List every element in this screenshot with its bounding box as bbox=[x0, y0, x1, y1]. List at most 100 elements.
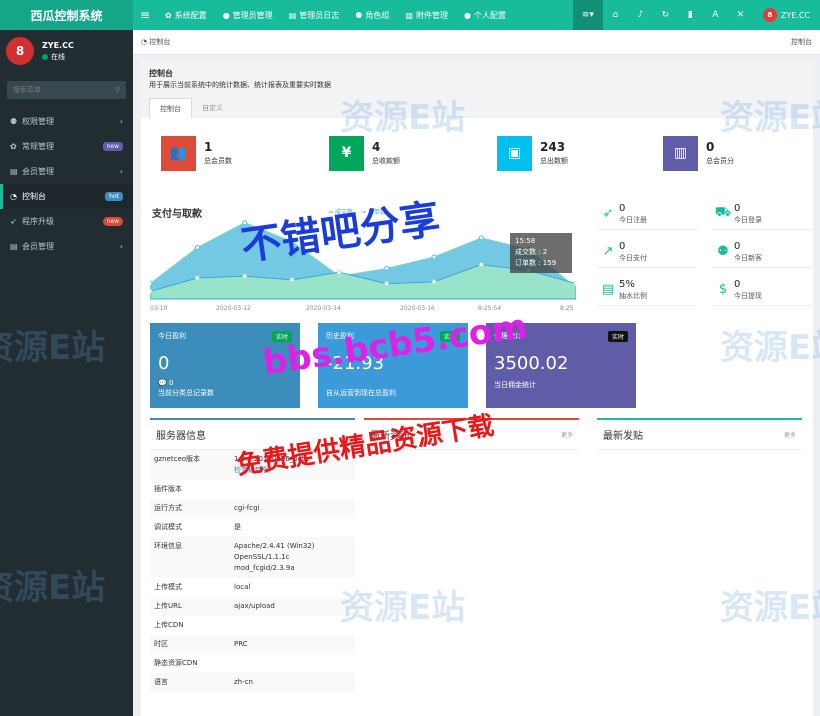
table-row: 环境信息 Apache/2.4.41 (Win32) OpenSSL/1.1.1c… bbox=[150, 537, 355, 578]
stat-total-income: ¥ 4 总收款额 bbox=[329, 133, 479, 173]
cart-icon: ⛟ bbox=[714, 205, 732, 220]
translate-icon[interactable]: A bbox=[703, 0, 728, 30]
gear-icon: ✿ bbox=[165, 10, 172, 20]
new-badge: new bbox=[102, 217, 123, 226]
hot-badge: hot bbox=[105, 192, 123, 201]
avatar: 8 bbox=[762, 8, 777, 22]
top-nav-profile[interactable]: ● 个人配置 bbox=[456, 0, 514, 30]
more-link[interactable]: 更多 bbox=[561, 430, 573, 439]
search-icon[interactable]: ⚲ bbox=[115, 86, 120, 94]
realtime-badge: 实时 bbox=[607, 331, 628, 342]
stat-today-pay: ↗ 0 今日支付 bbox=[597, 236, 697, 268]
user-icon: ● bbox=[222, 10, 230, 20]
data-point[interactable] bbox=[478, 235, 484, 241]
bell-icon[interactable]: ♪ bbox=[628, 0, 653, 30]
trash-icon[interactable]: ▮ bbox=[678, 0, 703, 30]
data-point[interactable] bbox=[431, 254, 437, 260]
chevron-left-icon: ‹ bbox=[119, 242, 123, 251]
latest-news-card: 最新资讯 更多 bbox=[364, 418, 579, 454]
rocket-icon: ➶ bbox=[602, 206, 614, 221]
top-nav-role-group[interactable]: ⚉ 角色组 bbox=[347, 0, 397, 30]
data-point[interactable] bbox=[194, 244, 200, 250]
stat-today-new: ⚉ 0 今日新客 bbox=[712, 236, 812, 268]
legend-item[interactable]: ⊸ 订单数 bbox=[361, 207, 386, 216]
stat-today-withdraw: $0 今日提现 bbox=[712, 274, 812, 306]
user-status: 在线 bbox=[42, 52, 74, 62]
table-row: 上传URL ajax/upload bbox=[150, 597, 355, 616]
breadcrumb: ◔ 控制台 控制台 bbox=[133, 30, 820, 55]
data-point[interactable] bbox=[336, 269, 342, 275]
check-update-link[interactable]: 检查最新版 bbox=[234, 466, 269, 474]
stat-today-login: ⛟ 0 今日登录 bbox=[712, 198, 812, 230]
card-title: 最新发贴 bbox=[603, 431, 643, 442]
table-row: 语言 zh-cn bbox=[150, 673, 355, 692]
stat-today-register: ➶ 0 今日注册 bbox=[597, 198, 697, 230]
table-row: 静态资源CDN bbox=[154, 659, 198, 667]
top-user-menu[interactable]: 8 ZYE.CC bbox=[753, 8, 820, 22]
card-title: 最新资讯 bbox=[370, 431, 410, 442]
data-point[interactable] bbox=[289, 277, 295, 283]
chart-tooltip: 15:58 成交数 : 2 订单数 : 159 bbox=[510, 233, 572, 273]
data-point[interactable] bbox=[289, 239, 295, 245]
payment-chart: 支付与取款 ⊸ 成交数 ⊸ 订单数 15:58 成交数 : 2 订单数 : 15… bbox=[150, 203, 576, 315]
data-point[interactable] bbox=[431, 279, 437, 285]
chevron-left-icon: ‹ bbox=[119, 117, 123, 126]
data-point[interactable] bbox=[150, 288, 153, 294]
realtime-badge: 实时 bbox=[439, 331, 460, 342]
avatar: 8 bbox=[6, 37, 34, 65]
table-icon: ▤ bbox=[601, 282, 615, 297]
sidebar-item-member[interactable]: ▤ 会员管理 ‹ bbox=[0, 159, 133, 184]
more-link[interactable]: 更多 bbox=[784, 430, 796, 439]
new-badge: new bbox=[102, 142, 123, 151]
chevron-left-icon: ‹ bbox=[119, 167, 123, 176]
panel-history-profit: 历史盈利 实时 -21.93 自从运营到现在总盈利 bbox=[318, 323, 468, 408]
server-info-table: gznetceo版本 1.0.0.20180906_beta 检查最新版 插件版本 … bbox=[150, 450, 355, 692]
page-tabs: 控制台 自定义 bbox=[149, 98, 233, 119]
sidebar-search-input[interactable]: 搜索菜单 ⚲ bbox=[7, 81, 126, 99]
sidebar: 8 ZYE.CC 在线 搜索菜单 ⚲ ⚉ 权限管理 ‹ ✿ 常规管理 new ▤ 会员管理… bbox=[0, 30, 133, 716]
file-icon: ▧ bbox=[405, 10, 413, 20]
online-dot-icon bbox=[42, 53, 48, 60]
data-point[interactable] bbox=[242, 273, 248, 279]
data-point[interactable] bbox=[384, 281, 390, 287]
dropdown-menu-icon[interactable]: ≡▾ bbox=[572, 0, 603, 30]
group-icon: ⚉ bbox=[355, 10, 363, 20]
dollar-icon: $ bbox=[718, 282, 728, 297]
chart-icon: ↗ bbox=[602, 244, 614, 259]
panel-agent-stats: 代理统计 实时 3500.02 当日佣金统计 bbox=[486, 323, 636, 408]
sidebar-item-member-2[interactable]: ▤ 会员管理 ‹ bbox=[0, 234, 133, 259]
chart-legend: ⊸ 成交数 ⊸ 订单数 bbox=[328, 207, 386, 216]
x-tick-label: 2020-03-12 bbox=[216, 305, 251, 312]
home-icon[interactable]: ⌂ bbox=[603, 0, 628, 30]
top-nav: ✿ 系统配置 ● 管理员管理 ▤ 管理员日志 ⚉ 角色组 ▧ 附件管理 ● 个人配置 bbox=[157, 0, 514, 30]
user-icon: ● bbox=[463, 10, 471, 20]
legend-item[interactable]: ⊸ 成交数 bbox=[328, 207, 353, 216]
top-nav-admin-manage[interactable]: ● 管理员管理 bbox=[215, 0, 281, 30]
sidebar-item-dashboard[interactable]: ◔ 控制台 hot bbox=[0, 184, 133, 209]
tab-custom[interactable]: 自定义 bbox=[192, 98, 233, 119]
top-nav-admin-log[interactable]: ▤ 管理员日志 bbox=[281, 0, 348, 30]
menu-toggle-icon[interactable]: ≡ bbox=[133, 8, 157, 22]
latest-posts-card: 最新发贴 更多 bbox=[597, 418, 802, 454]
sidebar-item-upgrade[interactable]: ➶ 程序升级 new bbox=[0, 209, 133, 234]
data-point[interactable] bbox=[478, 262, 484, 268]
tab-dashboard[interactable]: 控制台 bbox=[149, 98, 192, 119]
yen-icon: ¥ bbox=[329, 135, 364, 171]
data-point[interactable] bbox=[242, 220, 248, 226]
refresh-icon[interactable]: ↻ bbox=[653, 0, 678, 30]
cogs-icon: ✿ bbox=[10, 142, 17, 151]
user-panel: 8 ZYE.CC 在线 bbox=[0, 30, 133, 72]
data-point[interactable] bbox=[573, 281, 576, 287]
data-point[interactable] bbox=[384, 265, 390, 271]
list-icon: ▤ bbox=[288, 10, 297, 20]
sidebar-item-permission[interactable]: ⚉ 权限管理 ‹ bbox=[0, 109, 133, 134]
main-content: ◔ 控制台 控制台 控制台 用于展示当前系统中的统计数据、统计报表及重要实时数据… bbox=[133, 30, 820, 716]
top-nav-system-config[interactable]: ✿ 系统配置 bbox=[157, 0, 215, 30]
data-point[interactable] bbox=[194, 275, 200, 281]
stat-total-members: 👥 1 总会员数 bbox=[161, 133, 311, 173]
sidebar-item-general[interactable]: ✿ 常规管理 new bbox=[0, 134, 133, 159]
fullscreen-icon[interactable]: ✕ bbox=[728, 0, 753, 30]
data-point[interactable] bbox=[150, 281, 153, 287]
app-logo[interactable]: 西瓜控制系统 bbox=[0, 0, 133, 30]
top-nav-attachment[interactable]: ▧ 附件管理 bbox=[397, 0, 456, 30]
